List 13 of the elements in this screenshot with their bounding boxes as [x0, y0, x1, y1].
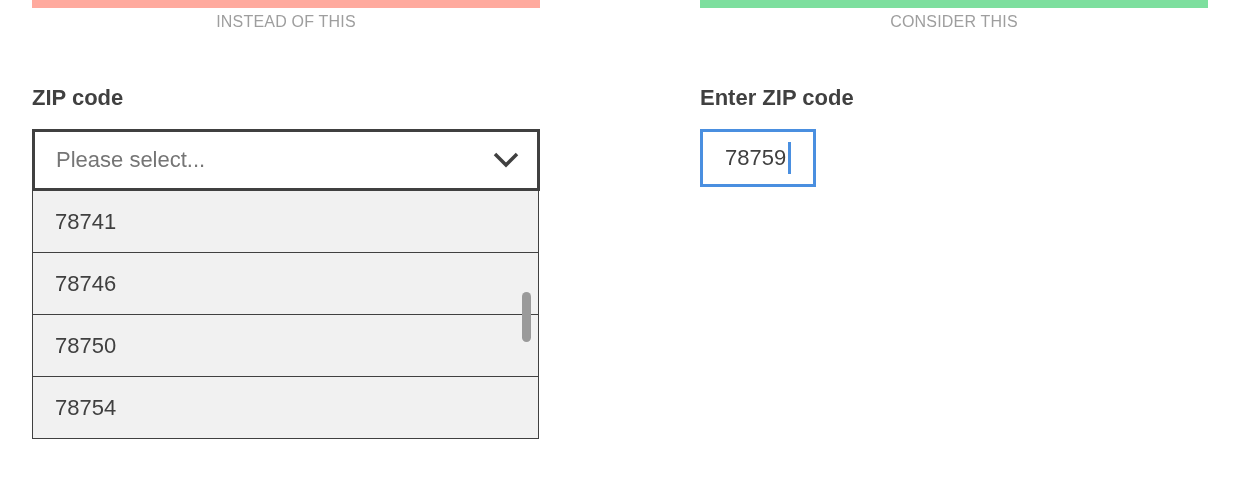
section-caption: INSTEAD OF THIS — [215, 13, 357, 32]
zip-option[interactable]: 78750 — [33, 315, 538, 377]
section-caption: CONSIDER THIS — [889, 13, 1019, 32]
zip-input-field[interactable]: 78759 — [700, 129, 816, 187]
zip-option[interactable]: 78746 — [33, 253, 538, 315]
chevron-down-icon — [493, 152, 519, 168]
field-label: Enter ZIP code — [700, 85, 855, 112]
zip-select[interactable]: Please select... — [32, 129, 540, 191]
scrollbar-thumb[interactable] — [522, 292, 531, 342]
zip-option[interactable]: 78741 — [33, 191, 538, 253]
field-label: ZIP code — [32, 85, 125, 112]
select-placeholder: Please select... — [56, 147, 206, 173]
zip-option[interactable]: 78754 — [33, 377, 538, 438]
